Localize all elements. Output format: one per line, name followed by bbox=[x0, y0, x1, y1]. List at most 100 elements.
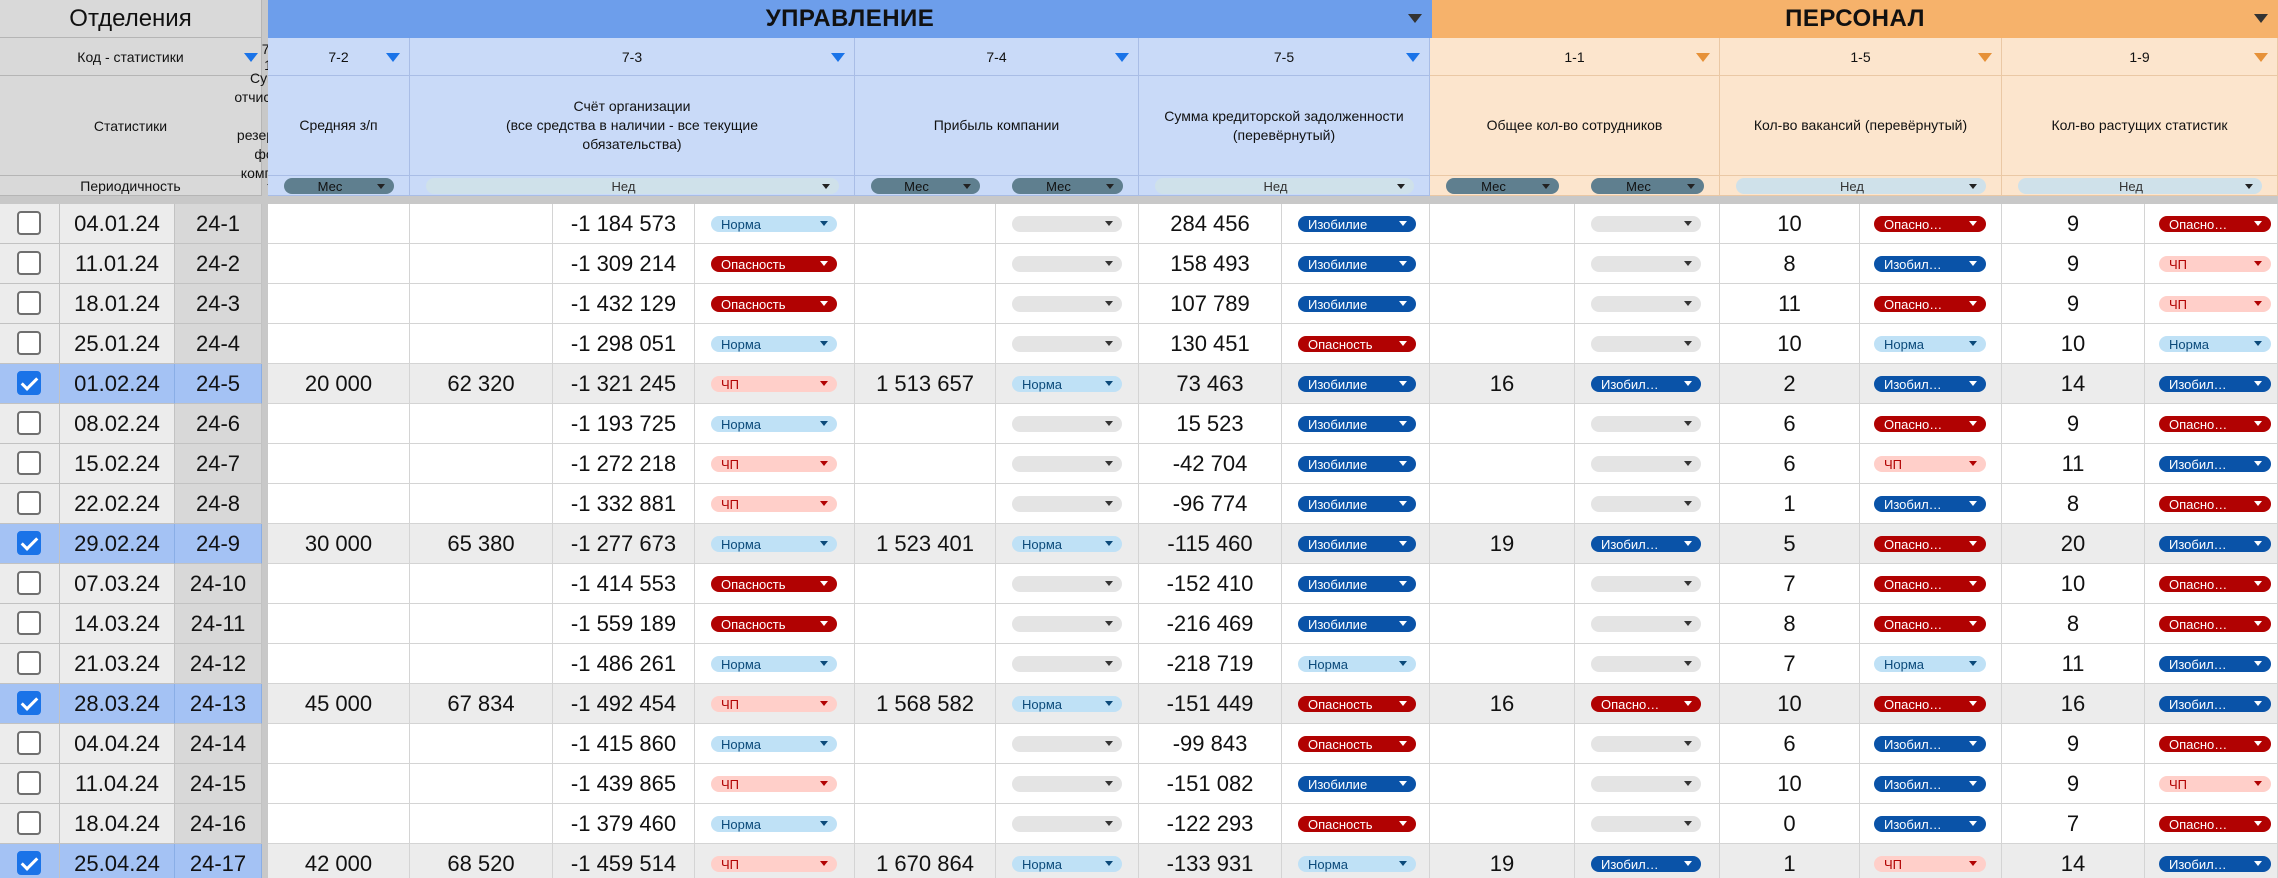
period-select[interactable]: Нед bbox=[2018, 178, 2262, 194]
checkbox-icon[interactable] bbox=[17, 691, 41, 715]
cell-7-2[interactable]: 65 380 bbox=[410, 524, 553, 564]
cell-7-3[interactable]: -1 193 725 bbox=[553, 404, 695, 444]
cell-7-1[interactable]: 45 000 bbox=[268, 684, 410, 724]
period-select[interactable]: Мес bbox=[1012, 178, 1123, 194]
cell-1-1[interactable]: 19 bbox=[1430, 524, 1575, 564]
cell-1-1[interactable] bbox=[1430, 604, 1575, 644]
cell-1-5[interactable]: 10 bbox=[1720, 684, 1860, 724]
cell-1-1[interactable] bbox=[1430, 444, 1575, 484]
status-dropdown[interactable]: Норма bbox=[1298, 856, 1416, 872]
status-dropdown[interactable]: Изобилие bbox=[1298, 256, 1416, 272]
cell-7-5[interactable]: 284 456 bbox=[1139, 204, 1282, 244]
cell-7-4[interactable] bbox=[855, 244, 996, 284]
status-dropdown[interactable]: Опасность bbox=[711, 576, 837, 592]
row-checkbox-cell[interactable] bbox=[0, 444, 60, 484]
cell-1-9[interactable]: 9 bbox=[2002, 204, 2145, 244]
status-dropdown[interactable] bbox=[1012, 416, 1122, 432]
status-dropdown[interactable]: ЧП bbox=[711, 496, 837, 512]
status-dropdown[interactable]: Норма bbox=[1012, 536, 1122, 552]
column-code-7-3[interactable]: 7-3 bbox=[410, 38, 855, 76]
cell-7-2[interactable] bbox=[410, 404, 553, 444]
status-dropdown[interactable]: Норма bbox=[1874, 336, 1986, 352]
cell-7-1[interactable] bbox=[268, 444, 410, 484]
frozen-row-divider[interactable] bbox=[0, 196, 2278, 204]
cell-7-1[interactable] bbox=[268, 484, 410, 524]
status-dropdown[interactable]: ЧП bbox=[2159, 776, 2271, 792]
checkbox-icon[interactable] bbox=[17, 531, 41, 555]
cell-1-1[interactable] bbox=[1430, 484, 1575, 524]
cell-1-9[interactable]: 20 bbox=[2002, 524, 2145, 564]
cell-7-4[interactable] bbox=[855, 724, 996, 764]
status-dropdown[interactable]: Опасно… bbox=[2159, 416, 2271, 432]
cell-7-2[interactable] bbox=[410, 564, 553, 604]
cell-7-2[interactable] bbox=[410, 804, 553, 844]
checkbox-icon[interactable] bbox=[17, 211, 41, 235]
cell-7-3[interactable]: -1 414 553 bbox=[553, 564, 695, 604]
group-dropdown-icon[interactable] bbox=[2254, 14, 2268, 23]
cell-7-4[interactable] bbox=[855, 404, 996, 444]
status-dropdown[interactable]: Опасно… bbox=[2159, 216, 2271, 232]
status-dropdown[interactable]: Норма bbox=[711, 656, 837, 672]
status-dropdown[interactable]: Изобил… bbox=[1591, 856, 1701, 872]
cell-7-4[interactable] bbox=[855, 564, 996, 604]
checkbox-icon[interactable] bbox=[17, 251, 41, 275]
cell-1-9[interactable]: 10 bbox=[2002, 564, 2145, 604]
column-code-1-5[interactable]: 1-5 bbox=[1720, 38, 2002, 76]
column-filter-icon[interactable] bbox=[386, 53, 400, 62]
status-dropdown[interactable] bbox=[1591, 296, 1701, 312]
row-checkbox-cell[interactable] bbox=[0, 244, 60, 284]
cell-7-4[interactable]: 1 523 401 bbox=[855, 524, 996, 564]
cell-7-1[interactable] bbox=[268, 644, 410, 684]
cell-1-5[interactable]: 10 bbox=[1720, 324, 1860, 364]
column-filter-icon[interactable] bbox=[244, 53, 258, 62]
status-dropdown[interactable] bbox=[1591, 456, 1701, 472]
cell-7-4[interactable]: 1 670 864 bbox=[855, 844, 996, 878]
cell-1-9[interactable]: 9 bbox=[2002, 764, 2145, 804]
row-checkbox-cell[interactable] bbox=[0, 284, 60, 324]
status-dropdown[interactable]: Норма bbox=[1012, 376, 1122, 392]
cell-7-2[interactable] bbox=[410, 764, 553, 804]
cell-1-9[interactable]: 14 bbox=[2002, 364, 2145, 404]
status-dropdown[interactable]: Изобилие bbox=[1298, 576, 1416, 592]
status-dropdown[interactable]: Изобил… bbox=[1874, 816, 1986, 832]
row-checkbox-cell[interactable] bbox=[0, 204, 60, 244]
cell-7-2[interactable] bbox=[410, 724, 553, 764]
cell-7-2[interactable] bbox=[410, 324, 553, 364]
status-dropdown[interactable]: Опасно… bbox=[1874, 696, 1986, 712]
status-dropdown[interactable]: Изобилие bbox=[1298, 216, 1416, 232]
status-dropdown[interactable]: Опасно… bbox=[2159, 576, 2271, 592]
status-dropdown[interactable]: ЧП bbox=[2159, 296, 2271, 312]
status-dropdown[interactable] bbox=[1012, 456, 1122, 472]
status-dropdown[interactable]: Изобилие bbox=[1298, 776, 1416, 792]
cell-7-3[interactable]: -1 439 865 bbox=[553, 764, 695, 804]
cell-7-2[interactable] bbox=[410, 244, 553, 284]
checkbox-icon[interactable] bbox=[17, 731, 41, 755]
cell-7-5[interactable]: -216 469 bbox=[1139, 604, 1282, 644]
cell-7-3[interactable]: -1 492 454 bbox=[553, 684, 695, 724]
status-dropdown[interactable]: Опасность bbox=[711, 256, 837, 272]
status-dropdown[interactable]: Изобилие bbox=[1298, 416, 1416, 432]
row-checkbox-cell[interactable] bbox=[0, 604, 60, 644]
status-dropdown[interactable]: Опасность bbox=[1298, 816, 1416, 832]
status-dropdown[interactable] bbox=[1012, 496, 1122, 512]
cell-1-9[interactable]: 16 bbox=[2002, 684, 2145, 724]
status-dropdown[interactable] bbox=[1591, 616, 1701, 632]
status-dropdown[interactable] bbox=[1012, 576, 1122, 592]
checkbox-icon[interactable] bbox=[17, 611, 41, 635]
status-dropdown[interactable]: Изобил… bbox=[2159, 536, 2271, 552]
cell-7-2[interactable] bbox=[410, 604, 553, 644]
cell-7-1[interactable]: 30 000 bbox=[268, 524, 410, 564]
status-dropdown[interactable]: ЧП bbox=[711, 456, 837, 472]
cell-7-3[interactable]: -1 309 214 bbox=[553, 244, 695, 284]
cell-1-1[interactable]: 16 bbox=[1430, 364, 1575, 404]
cell-7-4[interactable] bbox=[855, 604, 996, 644]
status-dropdown[interactable]: Опасность bbox=[711, 296, 837, 312]
cell-7-4[interactable] bbox=[855, 204, 996, 244]
cell-1-5[interactable]: 6 bbox=[1720, 724, 1860, 764]
status-dropdown[interactable] bbox=[1591, 496, 1701, 512]
status-dropdown[interactable] bbox=[1591, 656, 1701, 672]
status-dropdown[interactable]: Опасно… bbox=[2159, 616, 2271, 632]
cell-1-5[interactable]: 6 bbox=[1720, 404, 1860, 444]
status-dropdown[interactable]: Опасно… bbox=[1874, 296, 1986, 312]
group-dropdown-icon[interactable] bbox=[1408, 14, 1422, 23]
